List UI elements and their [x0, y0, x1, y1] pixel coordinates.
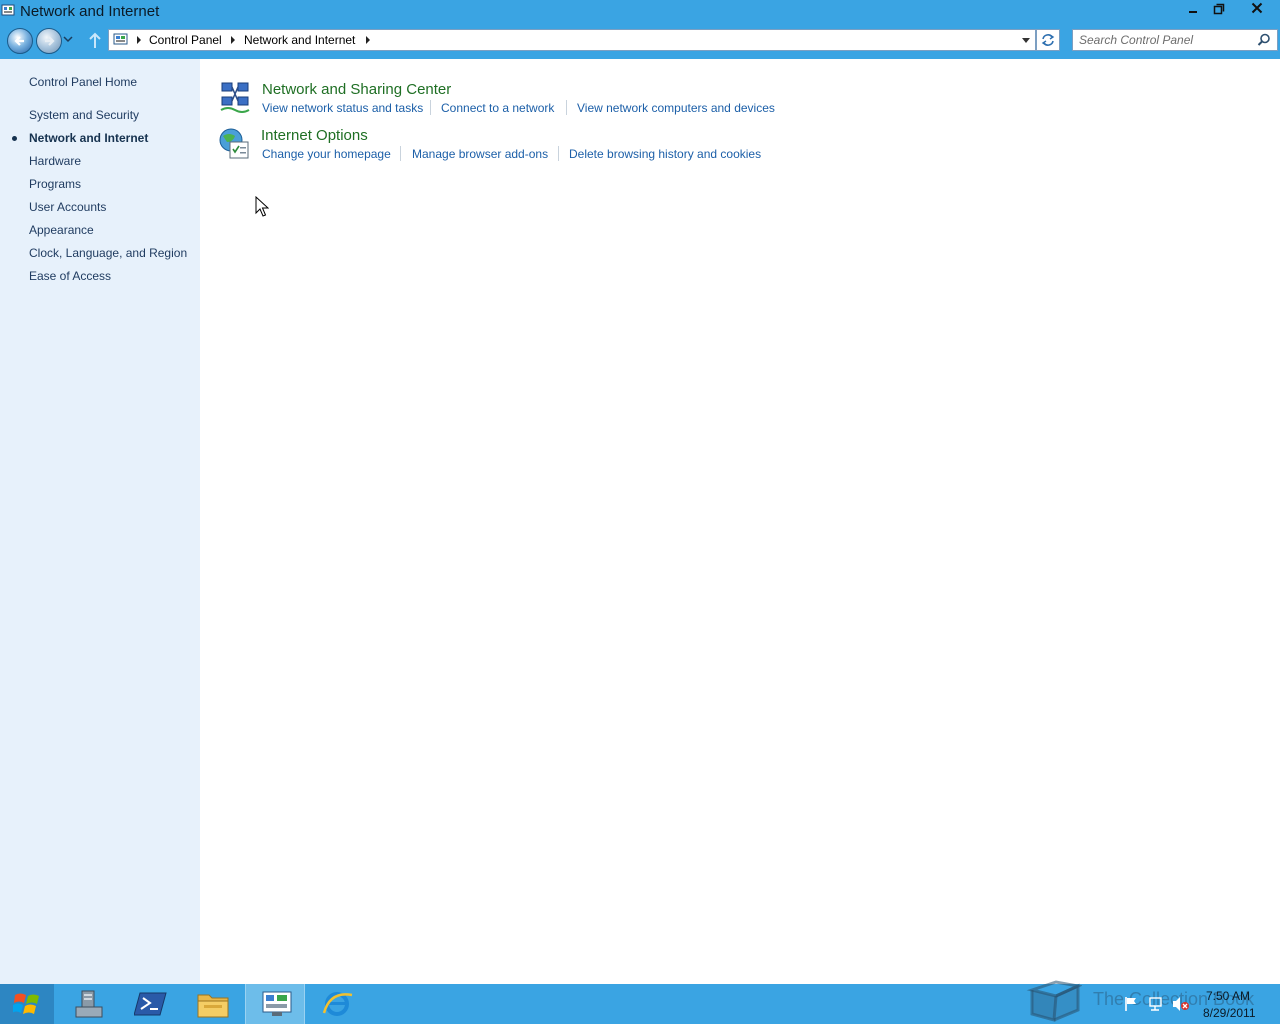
arrow-left-icon: [14, 36, 24, 46]
control-panel-icon: [262, 991, 292, 1016]
close-button[interactable]: [1244, 0, 1270, 22]
clock-time[interactable]: 7:50 AM: [1206, 989, 1250, 1003]
task-view-network-status[interactable]: View network status and tasks: [262, 101, 423, 115]
taskbar-file-explorer[interactable]: [182, 984, 242, 1024]
taskbar: The Collection Book 7:50 AM 8/29/2011: [0, 980, 1280, 1024]
up-arrow-icon[interactable]: [88, 32, 102, 50]
window-title: Network and Internet: [20, 3, 160, 20]
restore-button[interactable]: [1206, 0, 1232, 22]
forward-button[interactable]: [36, 28, 62, 54]
current-item-bullet: [12, 136, 17, 141]
internet-options-icon[interactable]: [217, 126, 251, 162]
breadcrumb-chevron-icon[interactable]: [135, 35, 143, 45]
sidebar-item-hardware[interactable]: Hardware: [29, 154, 81, 168]
powershell-icon: [134, 992, 167, 1016]
taskbar-internet-explorer[interactable]: [306, 984, 366, 1024]
minimize-icon: [1189, 11, 1197, 13]
sidebar-item-ease-of-access[interactable]: Ease of Access: [29, 269, 111, 283]
control-panel-icon: [1, 4, 15, 16]
search-box[interactable]: [1072, 29, 1278, 51]
task-change-homepage[interactable]: Change your homepage: [262, 147, 391, 161]
task-separator: [430, 100, 431, 115]
search-input[interactable]: [1079, 32, 1249, 48]
breadcrumb-control-panel[interactable]: Control Panel: [149, 33, 222, 47]
taskbar-server-manager[interactable]: [58, 984, 118, 1024]
refresh-button[interactable]: [1036, 29, 1060, 51]
volume-muted-icon[interactable]: [1172, 996, 1190, 1012]
category-title-network-sharing-center[interactable]: Network and Sharing Center: [262, 81, 451, 98]
task-connect-to-network[interactable]: Connect to a network: [441, 101, 554, 115]
internet-explorer-icon: [322, 992, 353, 1016]
sidebar-item-clock-language-region[interactable]: Clock, Language, and Region: [29, 246, 187, 260]
control-panel-icon: [113, 33, 128, 45]
task-separator: [566, 100, 567, 115]
breadcrumb-chevron-icon[interactable]: [229, 35, 237, 45]
task-delete-browsing-history[interactable]: Delete browsing history and cookies: [569, 147, 761, 161]
refresh-icon: [1041, 34, 1055, 46]
server-manager-icon: [75, 990, 103, 1018]
sidebar: Control Panel Home System and Security N…: [0, 59, 200, 984]
breadcrumb-chevron-icon[interactable]: [364, 35, 372, 45]
restore-icon: [1213, 3, 1225, 15]
sidebar-item-user-accounts[interactable]: User Accounts: [29, 200, 106, 214]
clock-date[interactable]: 8/29/2011: [1203, 1006, 1256, 1020]
sidebar-item-appearance[interactable]: Appearance: [29, 223, 94, 237]
address-dropdown-icon[interactable]: [1021, 37, 1031, 45]
windows-logo-icon: [13, 993, 39, 1014]
network-tray-icon[interactable]: [1148, 996, 1164, 1012]
arrow-right-icon: [45, 36, 55, 46]
mouse-cursor-icon: [255, 196, 269, 217]
network-sharing-center-icon[interactable]: [218, 80, 252, 114]
address-box[interactable]: Control Panel Network and Internet: [108, 29, 1036, 51]
action-center-flag-icon[interactable]: [1124, 996, 1138, 1012]
minimize-button[interactable]: [1180, 0, 1206, 22]
close-icon: [1251, 2, 1263, 14]
taskbar-control-panel[interactable]: [245, 984, 305, 1024]
sidebar-item-programs[interactable]: Programs: [29, 177, 81, 191]
sidebar-item-system-and-security[interactable]: System and Security: [29, 108, 139, 122]
search-icon[interactable]: [1257, 33, 1271, 47]
sidebar-item-network-and-internet[interactable]: Network and Internet: [29, 131, 148, 145]
book-watermark-icon: [1026, 980, 1082, 1022]
category-title-internet-options[interactable]: Internet Options: [261, 127, 368, 144]
taskbar-powershell[interactable]: [120, 984, 180, 1024]
task-manage-browser-addons[interactable]: Manage browser add-ons: [412, 147, 548, 161]
back-button[interactable]: [7, 28, 33, 54]
task-separator: [400, 146, 401, 161]
file-explorer-icon: [197, 994, 229, 1018]
recent-locations-chevron-icon[interactable]: [63, 35, 73, 43]
breadcrumb-network-and-internet[interactable]: Network and Internet: [244, 33, 355, 47]
main-content: Network and Sharing Center View network …: [200, 59, 1280, 984]
sidebar-control-panel-home[interactable]: Control Panel Home: [29, 75, 137, 89]
start-button[interactable]: [0, 984, 54, 1024]
navigation-bar: Control Panel Network and Internet: [0, 24, 1280, 59]
task-separator: [558, 146, 559, 161]
task-view-network-computers[interactable]: View network computers and devices: [577, 101, 775, 115]
title-bar: Network and Internet: [0, 0, 1280, 24]
